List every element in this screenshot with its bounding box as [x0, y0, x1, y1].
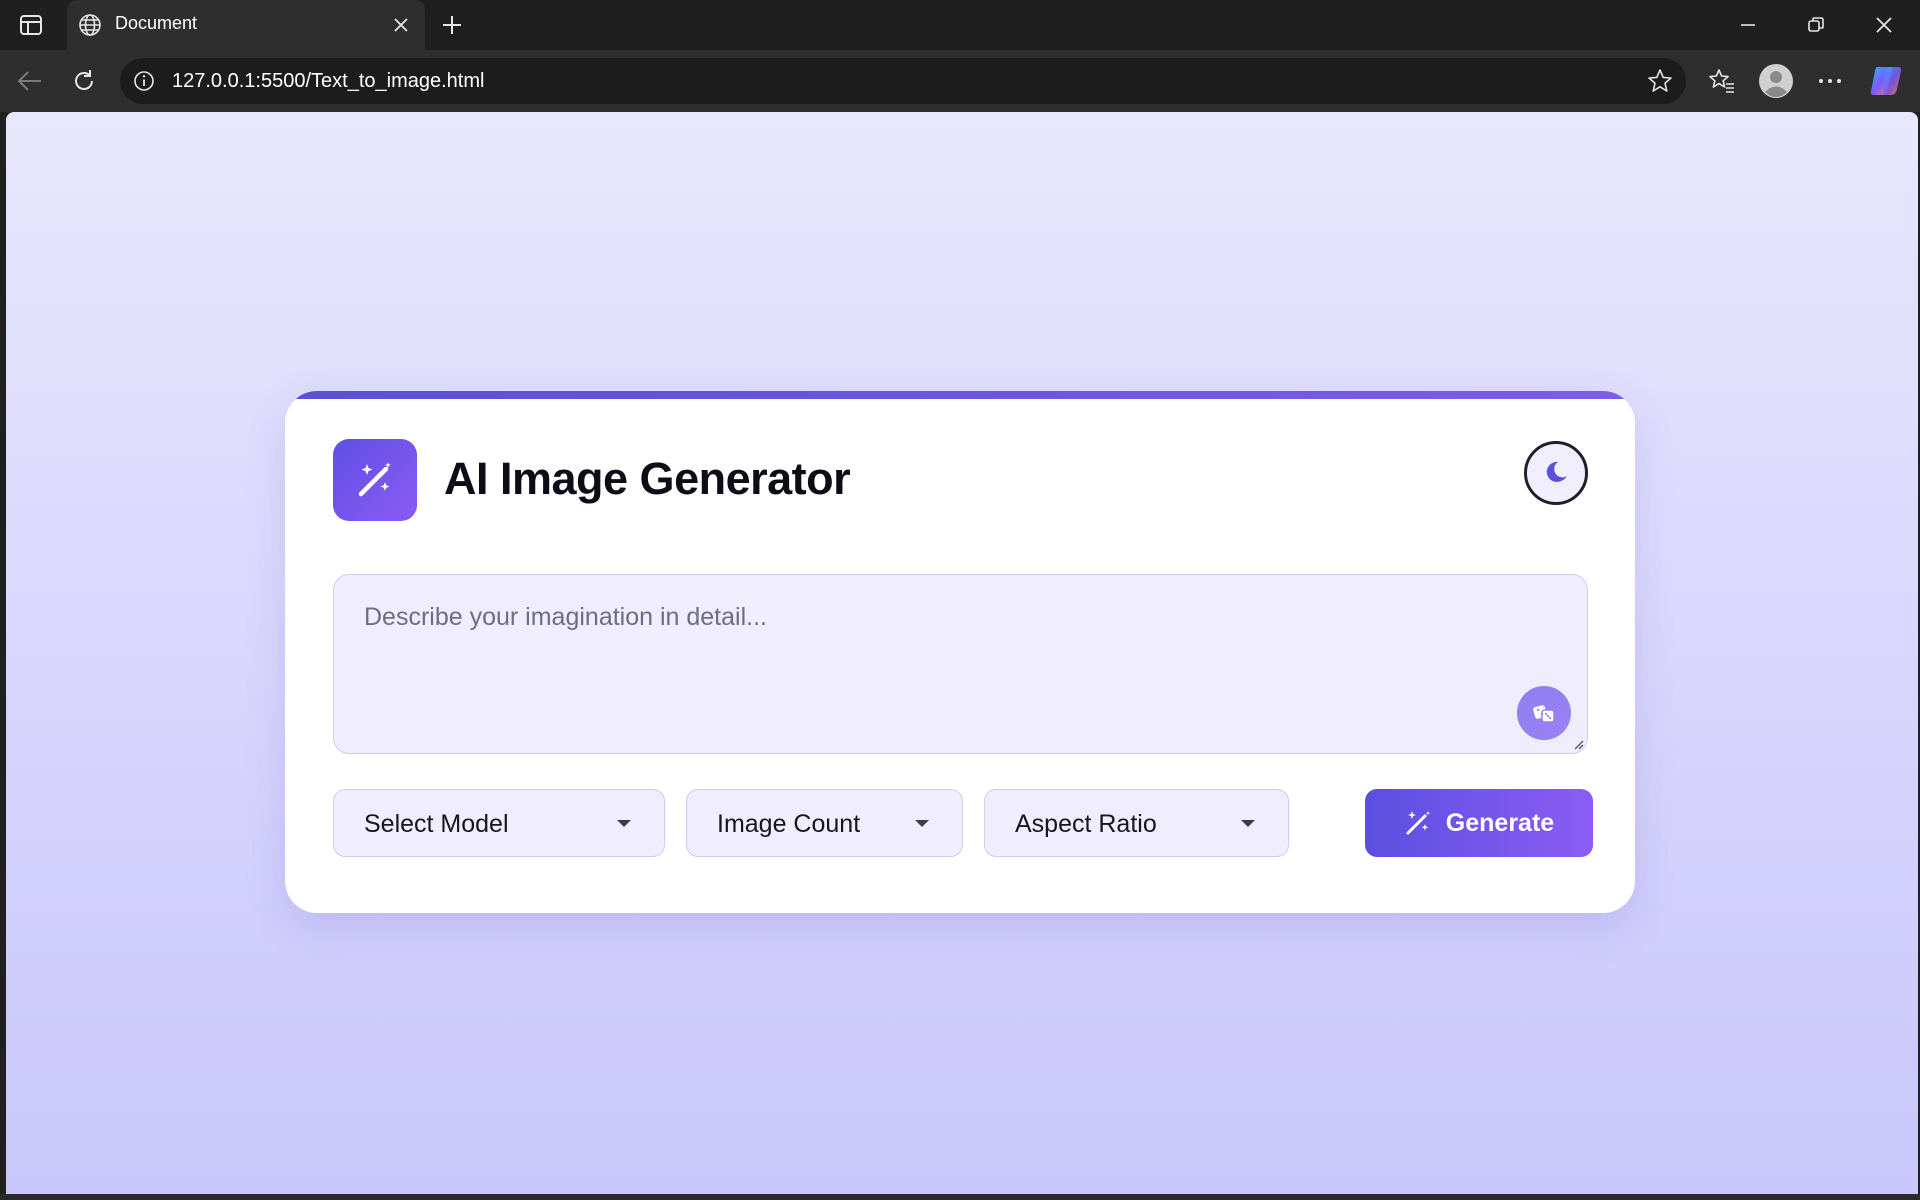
- tab-sidebar-icon[interactable]: [14, 11, 48, 39]
- copilot-icon[interactable]: [1868, 63, 1904, 99]
- star-icon[interactable]: [1646, 67, 1674, 95]
- magic-wand-icon: [333, 439, 417, 521]
- image-count-select[interactable]: Image Count: [686, 789, 963, 857]
- generate-button-label: Generate: [1445, 808, 1555, 837]
- random-prompt-button[interactable]: [1517, 686, 1571, 740]
- page-title: AI Image Generator: [444, 453, 851, 504]
- restore-icon[interactable]: [1790, 8, 1842, 42]
- info-icon[interactable]: [132, 69, 156, 93]
- model-select-label: Select Model: [364, 810, 509, 838]
- tab-title: Document: [115, 13, 198, 33]
- minimize-icon[interactable]: [1722, 8, 1774, 42]
- browser-tab-bar: Document: [0, 0, 1920, 50]
- prompt-input[interactable]: [334, 575, 1587, 753]
- favorites-icon[interactable]: [1704, 63, 1740, 99]
- browser-tab[interactable]: Document: [67, 0, 425, 50]
- generate-button[interactable]: Generate: [1365, 789, 1593, 857]
- theme-toggle-button[interactable]: [1524, 441, 1588, 505]
- window-close-icon[interactable]: [1858, 8, 1910, 42]
- generator-card: AI Image Generator Select Model: [285, 391, 1635, 913]
- more-icon[interactable]: [1812, 63, 1848, 99]
- reload-icon[interactable]: [66, 63, 102, 99]
- chevron-down-icon: [915, 820, 929, 827]
- address-bar[interactable]: 127.0.0.1:5500/Text_to_image.html: [120, 58, 1686, 104]
- prompt-container: [333, 574, 1588, 754]
- moon-icon: [1546, 461, 1567, 482]
- profile-icon[interactable]: [1758, 63, 1794, 99]
- card-accent-bar: [285, 391, 1635, 399]
- url-text: 127.0.0.1:5500/Text_to_image.html: [172, 70, 485, 92]
- chevron-down-icon: [1241, 820, 1255, 827]
- page-viewport: AI Image Generator Select Model: [6, 112, 1918, 1194]
- back-arrow-icon[interactable]: [12, 63, 48, 99]
- magic-wand-icon: [1406, 811, 1430, 835]
- browser-toolbar: 127.0.0.1:5500/Text_to_image.html: [0, 50, 1920, 112]
- chevron-down-icon: [617, 820, 631, 827]
- model-select[interactable]: Select Model: [333, 789, 665, 857]
- resize-grip-icon[interactable]: [1572, 738, 1584, 750]
- aspect-ratio-select-label: Aspect Ratio: [1015, 810, 1157, 838]
- window-bottom-edge: [0, 1194, 1920, 1200]
- image-count-select-label: Image Count: [717, 810, 861, 838]
- close-icon[interactable]: [389, 13, 413, 37]
- dice-icon: [1533, 705, 1555, 723]
- globe-icon: [77, 12, 103, 38]
- aspect-ratio-select[interactable]: Aspect Ratio: [984, 789, 1289, 857]
- plus-icon[interactable]: [436, 9, 468, 41]
